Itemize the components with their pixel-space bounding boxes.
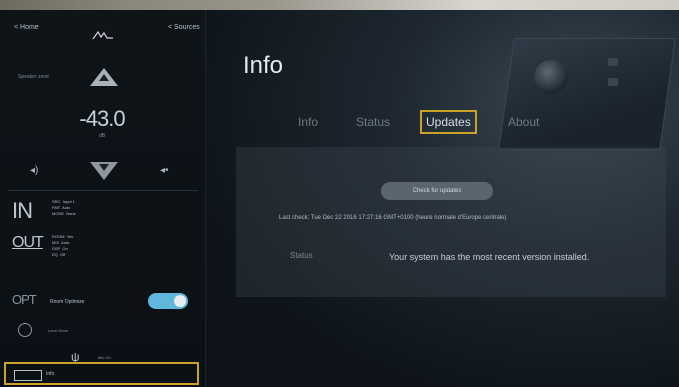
page-title: Info <box>243 52 284 79</box>
info-nav-item[interactable]: Info <box>4 362 199 385</box>
speaker-plus-icon[interactable]: ◂• <box>160 165 169 176</box>
window-top-strip <box>0 0 679 10</box>
toggle-knob <box>174 295 186 307</box>
zone-label: Speaker zone <box>18 74 49 80</box>
speaker-minus-icon[interactable]: ◂) <box>30 165 38 176</box>
info-nav-label: Info <box>46 371 55 377</box>
device-button-image <box>608 58 618 66</box>
dial-label: Level None <box>48 328 69 333</box>
sources-link[interactable]: < Sources <box>168 24 200 31</box>
tab-bar: Info Status Updates About <box>206 107 679 143</box>
room-optimize-label: Room Optimize <box>50 299 85 305</box>
last-check-text: Last check: Tue Dec 22 2016 17:27:16 GMT… <box>279 215 507 221</box>
tab-status[interactable]: Status <box>356 115 390 129</box>
divider <box>8 190 198 191</box>
room-optimize-toggle[interactable] <box>148 293 188 309</box>
device-dial-image <box>534 60 568 94</box>
output-label[interactable]: OUT <box>12 234 44 252</box>
tab-about[interactable]: About <box>508 115 539 129</box>
tab-info[interactable]: Info <box>298 115 318 129</box>
status-value: Your system has the most recent version … <box>389 252 590 262</box>
input-label[interactable]: IN <box>12 198 33 224</box>
volume-up-inner <box>99 74 109 81</box>
device-button-image <box>608 78 618 86</box>
fork-label: Mic On <box>98 355 111 360</box>
volume-down-inner <box>99 164 109 171</box>
status-label: Status <box>290 251 313 260</box>
volume-readout: -43.0 <box>79 106 125 131</box>
output-details: ROOM Yes MIX Auto DSP On EQ Off <box>52 234 74 257</box>
main-panel: Info Info Status Updates About Check for… <box>206 10 679 387</box>
device-icon <box>14 370 42 381</box>
volume-unit: dB <box>98 133 106 139</box>
sidebar-header: < Home < Sources <box>0 10 205 56</box>
options-label: OPT <box>12 292 37 307</box>
dial-icon[interactable] <box>18 323 32 337</box>
tab-updates[interactable]: Updates <box>420 110 477 134</box>
sidebar: < Home < Sources Speaker zone -43.0 dB ◂… <box>0 10 206 387</box>
brand-logo-icon <box>92 30 113 40</box>
check-for-updates-button[interactable]: Check for updates <box>381 182 493 200</box>
input-details: SRC Input 1 FMT Auto MODE None <box>52 199 76 216</box>
home-link[interactable]: < Home <box>14 24 39 31</box>
